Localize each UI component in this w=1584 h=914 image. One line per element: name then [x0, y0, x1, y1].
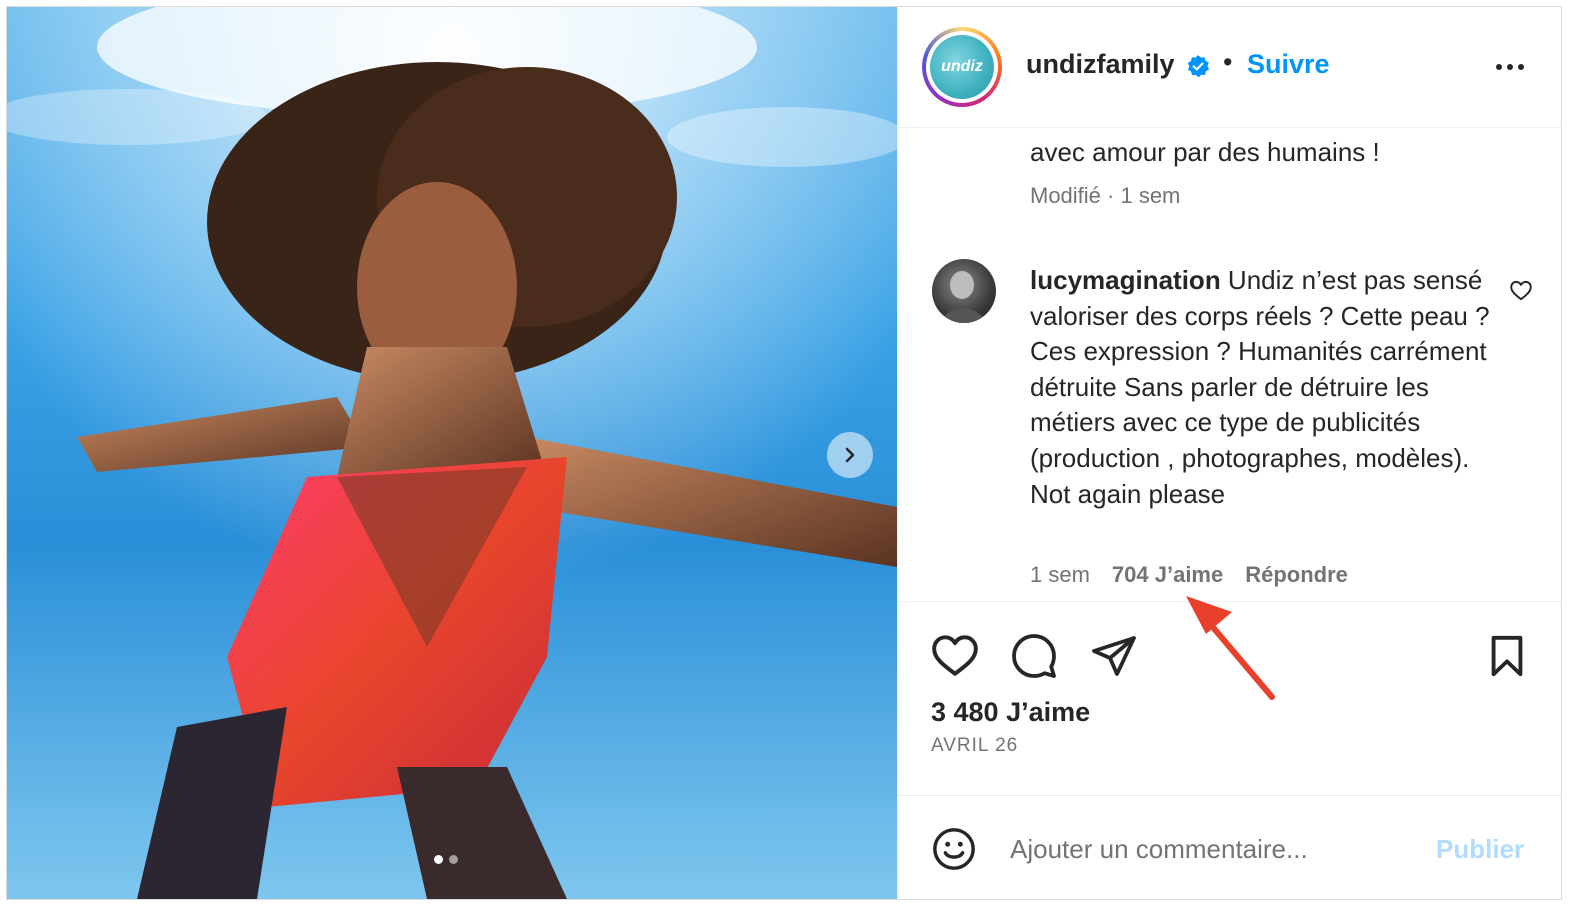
comment-likes-count[interactable]: 704 J’aime	[1112, 562, 1223, 588]
commenter-username[interactable]: lucymagination	[1030, 265, 1221, 295]
dot	[1507, 64, 1513, 70]
publish-button[interactable]: Publier	[1436, 834, 1524, 865]
post-details-panel: undiz undizfamily • Suivre avec amour pa…	[897, 7, 1561, 899]
post-likes-count[interactable]: 3 480 J’aime	[931, 697, 1090, 728]
post-media[interactable]	[7, 7, 897, 899]
avatar-border: undiz	[926, 31, 998, 103]
post-actions-bar	[898, 601, 1561, 684]
post-photo	[7, 7, 897, 899]
carousel-indicator	[434, 855, 458, 864]
comment-text: Undiz n’est pas sensé valoriser des corp…	[1030, 265, 1490, 509]
avatar-image: undiz	[930, 35, 994, 99]
chevron-right-icon	[845, 447, 855, 463]
account-username[interactable]: undizfamily	[1026, 49, 1175, 80]
comment-body: lucymagination Undiz n’est pas sensé val…	[1030, 263, 1490, 512]
header-separator: •	[1223, 47, 1233, 77]
account-avatar[interactable]: undiz	[922, 27, 1002, 107]
carousel-next-button[interactable]	[827, 432, 873, 478]
emoji-smile-icon[interactable]	[931, 826, 977, 872]
paper-plane-icon[interactable]	[1090, 632, 1138, 680]
comment-composer: Publier	[898, 795, 1561, 899]
dot	[1496, 64, 1502, 70]
comment-like-heart-icon[interactable]	[1508, 277, 1534, 303]
reply-button[interactable]: Répondre	[1245, 562, 1348, 588]
heart-icon[interactable]	[930, 632, 980, 678]
caption-meta: Modifié · 1 sem	[1030, 183, 1181, 208]
comment-meta: 1 sem 704 J’aime Répondre	[1030, 562, 1348, 588]
post-date: AVRIL 26	[931, 735, 1019, 756]
caption-text: avec amour par des humains !	[1030, 137, 1380, 167]
bookmark-icon[interactable]	[1484, 632, 1530, 680]
verified-badge-icon	[1187, 55, 1210, 78]
commenter-avatar[interactable]	[932, 259, 996, 323]
comment-age: 1 sem	[1030, 562, 1090, 587]
avatar-photo	[942, 271, 986, 323]
carousel-dot-active	[434, 855, 443, 864]
follow-button[interactable]: Suivre	[1247, 49, 1330, 80]
post-frame: undiz undizfamily • Suivre avec amour pa…	[6, 6, 1562, 900]
comment-input[interactable]	[1008, 826, 1412, 872]
dot	[1518, 64, 1524, 70]
more-options-icon[interactable]	[1488, 55, 1532, 79]
carousel-dot	[449, 855, 458, 864]
comment-bubble-icon[interactable]	[1010, 632, 1058, 680]
post-header: undiz undizfamily • Suivre	[898, 7, 1561, 128]
